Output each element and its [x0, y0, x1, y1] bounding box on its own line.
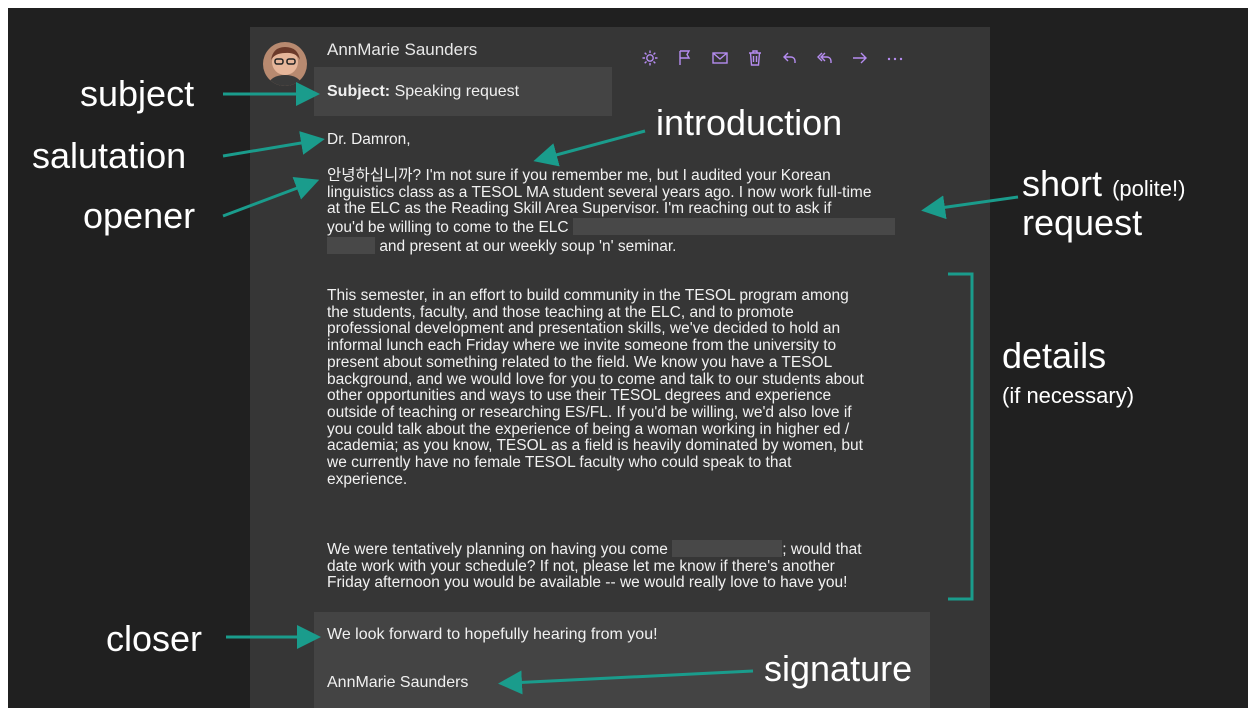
subject-line: Subject: Speaking request	[314, 67, 612, 116]
opener-line: you'd be willing to come to the ELC	[327, 218, 947, 237]
details-line: present about something related to the f…	[327, 353, 833, 371]
opener-line-text: and present at our weekly soup 'n' semin…	[379, 237, 677, 255]
sender-name: AnnMarie Saunders	[327, 40, 478, 59]
closing-text: We look forward to hopefully hearing fro…	[327, 626, 658, 643]
email-toolbar	[638, 46, 918, 70]
annotation-opener: opener	[83, 195, 196, 236]
redacted-block	[327, 236, 375, 254]
annotation-signature: signature	[764, 648, 913, 689]
opener-line: and present at our weekly soup 'n' semin…	[327, 236, 947, 256]
details-line: experience.	[327, 470, 408, 488]
details-paragraph: This semester, in an effort to build com…	[327, 287, 947, 488]
avatar	[263, 42, 307, 86]
schedule-line: Friday afternoon you would be available …	[327, 574, 848, 592]
details-line: background, and we would love for you to…	[327, 370, 864, 388]
annotation-salutation: salutation	[32, 135, 187, 176]
reply-all-icon[interactable]	[813, 47, 837, 69]
annotation-request: request	[1022, 202, 1143, 243]
redacted-block	[572, 218, 895, 236]
reply-icon[interactable]	[778, 47, 802, 69]
opener-line: linguistics class as a TESOL MA student …	[327, 183, 872, 201]
details-line: professional development and presentatio…	[327, 320, 841, 338]
schedule-line: We were tentatively planning on having y…	[327, 540, 947, 559]
annotation-closer: closer	[106, 618, 203, 659]
details-line: outside of teaching or researching ES/FL…	[327, 403, 852, 421]
more-icon[interactable]	[883, 47, 907, 69]
details-line: informal lunch each Friday where we invi…	[327, 337, 837, 355]
annotation-short-text: short	[1022, 163, 1103, 204]
annotation-if-necessary: (if necessary)	[1002, 383, 1135, 408]
details-line: This semester, in an effort to build com…	[327, 287, 849, 304]
trash-icon[interactable]	[743, 47, 767, 69]
annotation-polite: (polite!)	[1112, 176, 1186, 201]
annotation-introduction: introduction	[656, 102, 843, 143]
subject-value: Speaking request	[394, 83, 520, 100]
opener-line-text: you'd be willing to come to the ELC	[327, 219, 569, 237]
details-line: academia; as you know, TESOL as a field …	[327, 437, 863, 455]
annotation-subject: subject	[80, 73, 195, 114]
details-line: we currently have no female TESOL facult…	[327, 454, 792, 472]
mail-icon[interactable]	[708, 47, 732, 69]
subject-label: Subject:	[327, 83, 391, 100]
details-line: other opportunities and ways to use thei…	[327, 387, 832, 405]
details-line: you could talk about the experience of b…	[327, 420, 850, 438]
forward-icon[interactable]	[848, 47, 872, 69]
redacted-block	[672, 540, 783, 557]
schedule-line-text: ; would that	[782, 541, 862, 558]
schedule-line-text: We were tentatively planning on having y…	[327, 541, 668, 558]
opener-line: at the ELC as the Reading Skill Area Sup…	[327, 200, 832, 218]
flag-icon[interactable]	[673, 47, 697, 69]
details-line: the students, faculty, and those teachin…	[327, 303, 794, 321]
annotation-details: details	[1002, 335, 1107, 376]
schedule-paragraph: We were tentatively planning on having y…	[327, 540, 947, 592]
opener-paragraph: 안녕하십니까? I'm not sure if you remember me,…	[327, 167, 947, 256]
schedule-line: date work with your schedule? If not, pl…	[327, 557, 835, 575]
signature-text: AnnMarie Saunders	[327, 674, 469, 691]
salutation-text: Dr. Damron,	[327, 131, 411, 148]
opener-line: 안녕하십니까? I'm not sure if you remember me,…	[327, 167, 831, 184]
slide: AnnMarie Saunders Subject: Speaking requ…	[8, 8, 1248, 708]
sun-icon[interactable]	[638, 47, 662, 69]
